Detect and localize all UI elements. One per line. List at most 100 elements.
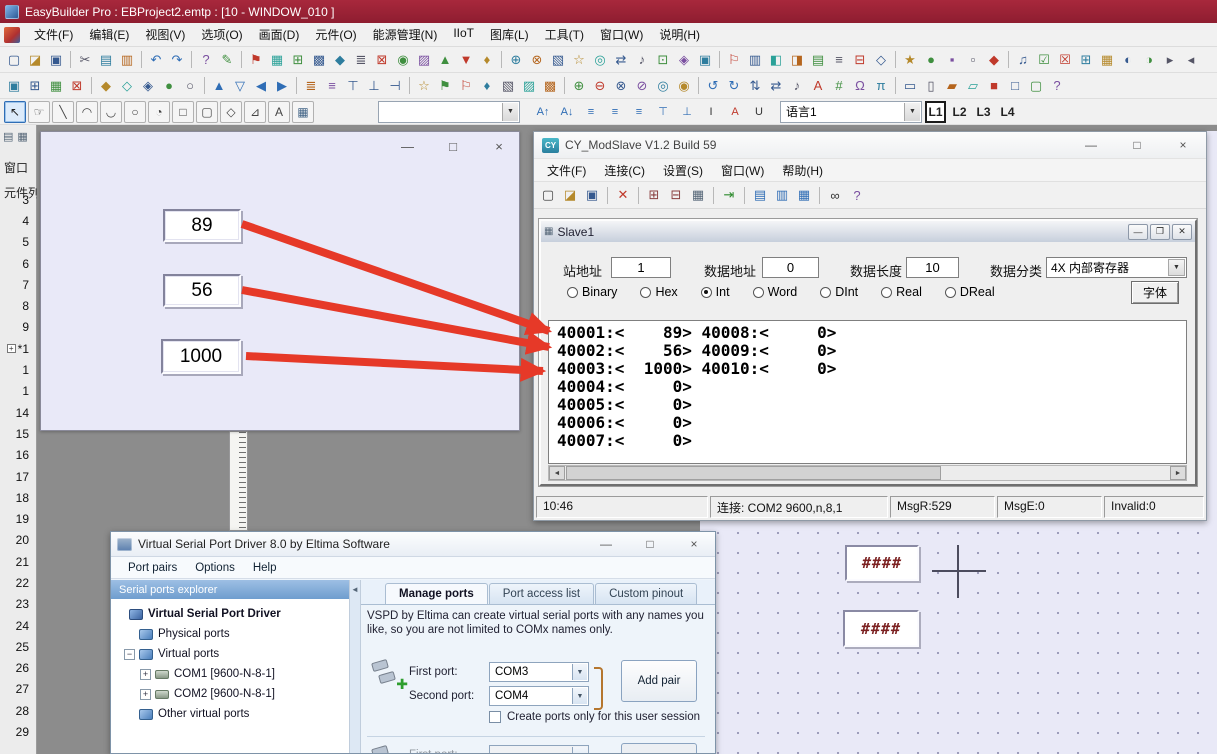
tool-icon-04[interactable]: ▩ xyxy=(309,50,329,70)
tool2-icon-39[interactable]: Ω xyxy=(850,76,870,96)
tool2-icon-44[interactable]: ▱ xyxy=(963,76,983,96)
new-icon[interactable]: ▢ xyxy=(538,185,558,205)
close-station-icon[interactable]: ✕ xyxy=(613,185,633,205)
window-list-item[interactable]: 15 xyxy=(0,423,36,444)
toolbar-separator[interactable] xyxy=(204,77,205,94)
menu-item[interactable]: 元件(O) xyxy=(307,23,364,46)
numeric-display-object[interactable]: 89 xyxy=(163,209,241,242)
tool2-icon-46[interactable]: □ xyxy=(1005,76,1025,96)
window-tile-icon[interactable]: ▥ xyxy=(772,185,792,205)
toolbar-separator[interactable] xyxy=(895,77,896,94)
minimize-icon[interactable]: — xyxy=(1084,138,1098,152)
open-icon[interactable]: ◪ xyxy=(560,185,580,205)
undo-icon[interactable]: ↶ xyxy=(146,50,166,70)
tool2-icon-07[interactable]: ◈ xyxy=(138,76,158,96)
toolbar-separator[interactable] xyxy=(607,187,608,204)
app-titlebar[interactable]: EasyBuilder Pro : EBProject2.emtp : [10 … xyxy=(0,0,1217,23)
state-button[interactable]: L2 xyxy=(949,102,970,122)
first-port-combo[interactable]: COM3 ▼ xyxy=(489,662,589,682)
chevron-down-icon[interactable]: ▼ xyxy=(904,103,920,121)
tool2-icon-14[interactable]: ≣ xyxy=(301,76,321,96)
dock-icon-elements[interactable]: ▦ xyxy=(17,130,27,143)
tool2-icon-27[interactable]: ⊖ xyxy=(590,76,610,96)
tool2-icon-02[interactable]: ⊞ xyxy=(25,76,45,96)
toolbar-separator[interactable] xyxy=(91,77,92,94)
expand-icon[interactable]: + xyxy=(140,689,151,700)
add-pair-button[interactable]: Add pair xyxy=(621,660,697,702)
menu-item[interactable]: 连接(C) xyxy=(595,160,654,181)
radio-option[interactable]: Hex xyxy=(640,285,677,299)
window-list-item[interactable]: 23 xyxy=(0,594,36,615)
menu-item[interactable]: 窗口(W) xyxy=(712,160,773,181)
minimize-icon[interactable]: — xyxy=(401,139,413,154)
tool-icon-19[interactable]: ♪ xyxy=(632,50,652,70)
font-shrink-icon[interactable]: A↓ xyxy=(556,101,578,123)
menu-item[interactable]: 文件(F) xyxy=(538,160,595,181)
tool2-icon-03[interactable]: ▦ xyxy=(46,76,66,96)
window-list-item[interactable]: 8 xyxy=(0,295,36,316)
polygon-tool-icon[interactable]: ◇ xyxy=(220,101,242,123)
horizontal-scrollbar[interactable]: ◄ ► xyxy=(548,465,1187,481)
design-window[interactable]: —□× 89 56 1000 xyxy=(40,131,520,431)
tree-item[interactable]: − Virtual ports xyxy=(111,644,349,664)
arc-tool-icon[interactable]: ◠ xyxy=(76,101,98,123)
tool2-icon-35[interactable]: ⇄ xyxy=(766,76,786,96)
tool-icon-16[interactable]: ☆ xyxy=(569,50,589,70)
maximize-icon[interactable]: □ xyxy=(643,537,657,551)
slave1-titlebar[interactable]: ▦ Slave1 —❐✕ xyxy=(541,221,1195,242)
toolbar-separator[interactable] xyxy=(296,77,297,94)
toolbar-separator[interactable] xyxy=(713,187,714,204)
expand-icon[interactable]: + xyxy=(140,669,151,680)
window-list-item[interactable]: 27 xyxy=(0,679,36,700)
menu-item[interactable]: Port pairs xyxy=(119,560,186,576)
restore-icon[interactable]: ❐ xyxy=(1150,224,1170,240)
tool2-icon-25[interactable]: ▩ xyxy=(540,76,560,96)
tool2-icon-23[interactable]: ▧ xyxy=(498,76,518,96)
scale-tool-icon[interactable]: ⊿ xyxy=(244,101,266,123)
tool2-icon-34[interactable]: ⇅ xyxy=(745,76,765,96)
tool2-icon-48[interactable]: ? xyxy=(1047,76,1067,96)
menu-item[interactable]: 图库(L) xyxy=(482,23,537,46)
window-list-item[interactable]: 5 xyxy=(0,232,36,253)
tool2-icon-15[interactable]: ≡ xyxy=(322,76,342,96)
tool-icon-10[interactable]: ▲ xyxy=(435,50,455,70)
ellipse-tool-icon[interactable]: ○ xyxy=(124,101,146,123)
tool-icon-30[interactable]: ◇ xyxy=(871,50,891,70)
tool2-icon-38[interactable]: # xyxy=(829,76,849,96)
window-list-item[interactable]: 4 xyxy=(0,210,36,231)
tool2-icon-24[interactable]: ▨ xyxy=(519,76,539,96)
tool-icon-12[interactable]: ♦ xyxy=(477,50,497,70)
window-list-item[interactable]: 21 xyxy=(0,551,36,572)
edit-station-icon[interactable]: ▦ xyxy=(688,185,708,205)
tool-icon-08[interactable]: ◉ xyxy=(393,50,413,70)
context-help-icon[interactable]: ✎ xyxy=(217,50,237,70)
tool-icon-36[interactable]: ♫ xyxy=(1013,50,1033,70)
window-list-item[interactable]: 9 xyxy=(0,317,36,338)
numeric-display-object[interactable]: 1000 xyxy=(161,339,241,374)
align-right-icon[interactable]: ≡ xyxy=(628,101,650,123)
tool-icon-43[interactable]: ▸ xyxy=(1160,50,1180,70)
toolbar-separator[interactable] xyxy=(70,51,71,68)
dock-icon-windows[interactable]: ▤ xyxy=(3,130,13,143)
menu-item[interactable]: 设置(S) xyxy=(654,160,712,181)
state-button[interactable]: L3 xyxy=(973,102,994,122)
tool-icon-42[interactable]: ◑ xyxy=(1139,50,1159,70)
scroll-left-icon[interactable]: ◄ xyxy=(549,466,565,480)
data-address-input[interactable] xyxy=(762,257,819,278)
maximize-icon[interactable]: □ xyxy=(1130,138,1144,152)
tool-icon-35[interactable]: ◆ xyxy=(984,50,1004,70)
tool2-icon-43[interactable]: ▰ xyxy=(942,76,962,96)
vspd-titlebar[interactable]: Virtual Serial Port Driver 8.0 by Eltima… xyxy=(111,532,715,557)
radio-option[interactable]: DInt xyxy=(820,285,858,299)
window-grid-icon[interactable]: ▦ xyxy=(794,185,814,205)
tool-icon-14[interactable]: ⊗ xyxy=(527,50,547,70)
tool-icon-33[interactable]: ▪ xyxy=(942,50,962,70)
expand-icon[interactable]: − xyxy=(124,649,135,660)
tool-icon-40[interactable]: ▦ xyxy=(1097,50,1117,70)
tool-icon-39[interactable]: ⊞ xyxy=(1076,50,1096,70)
valign-bottom-icon[interactable]: ⊥ xyxy=(676,101,698,123)
radio-option[interactable]: Binary xyxy=(567,285,617,299)
tool2-icon-04[interactable]: ⊠ xyxy=(67,76,87,96)
tool-icon-13[interactable]: ⊕ xyxy=(506,50,526,70)
expand-icon[interactable]: + xyxy=(7,344,16,353)
